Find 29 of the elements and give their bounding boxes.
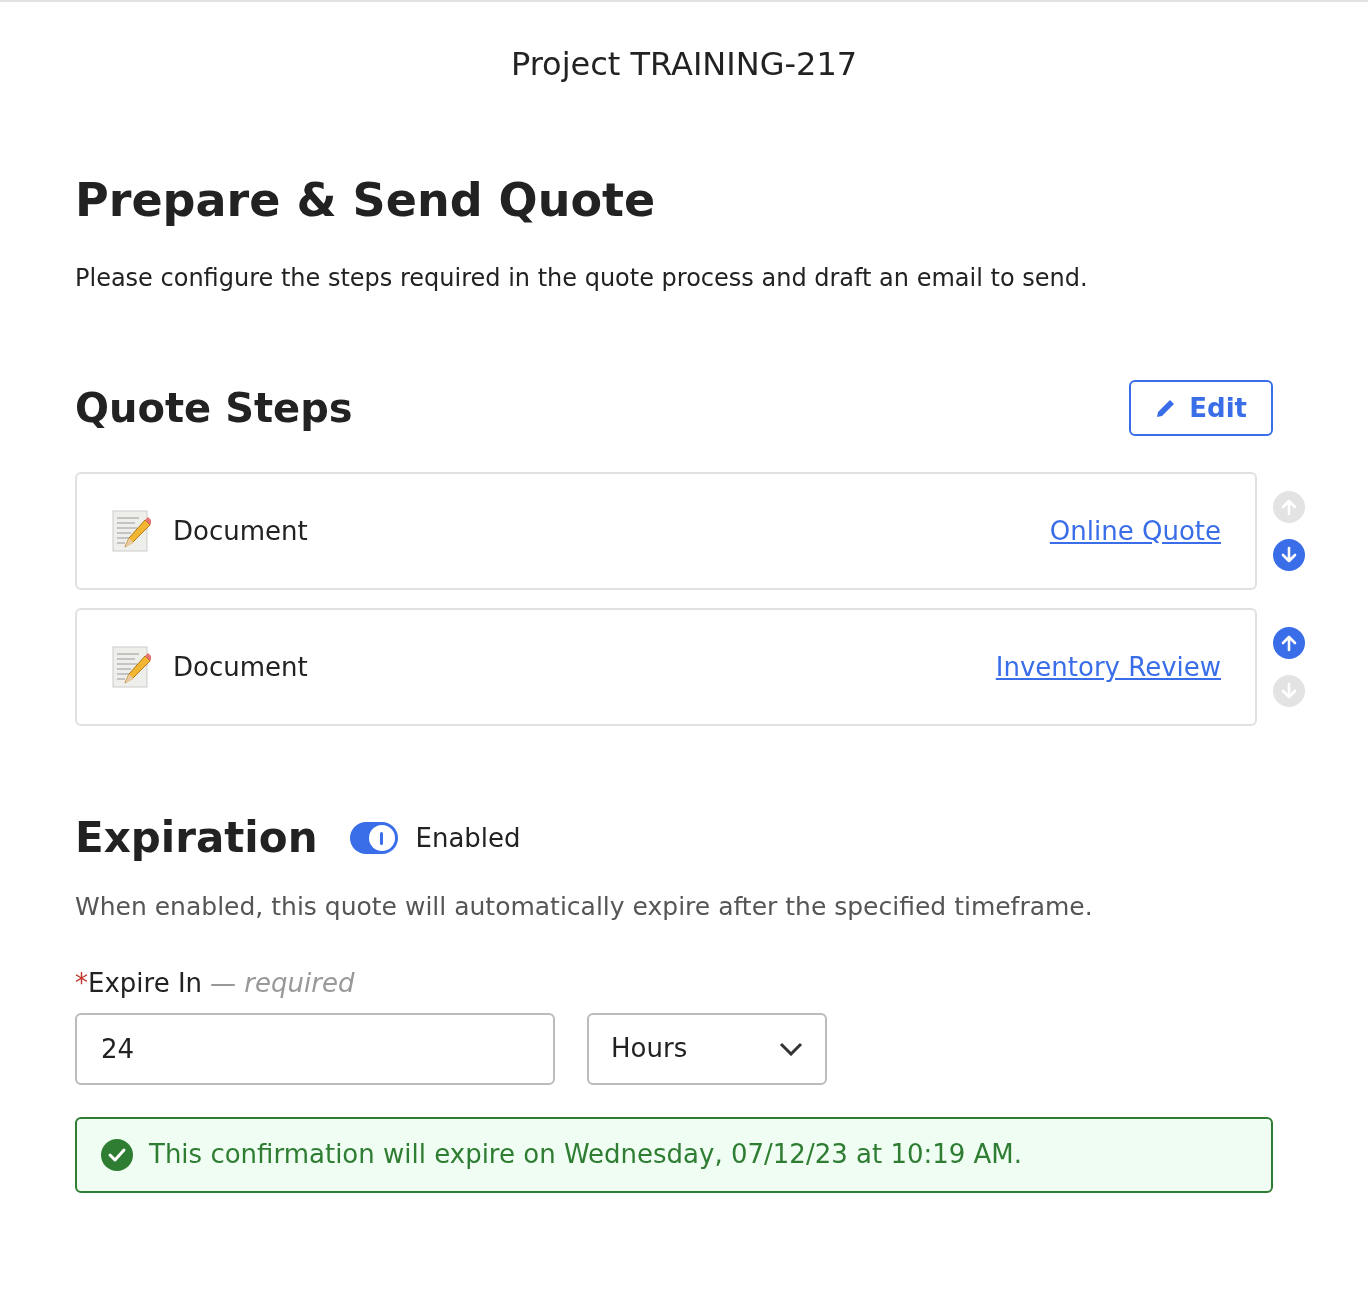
arrow-down-icon bbox=[1281, 682, 1297, 700]
required-hint: — required bbox=[210, 966, 355, 1000]
page-description: Please configure the steps required in the quote process and draft an email to send. bbox=[75, 263, 1089, 294]
document-pencil-icon bbox=[111, 509, 151, 553]
step-link[interactable]: Inventory Review bbox=[995, 647, 1221, 687]
step-type: Document bbox=[173, 650, 308, 684]
expiration-description: When enabled, this quote will automatically expire after the specified timeframe. bbox=[75, 891, 1094, 923]
move-up-button[interactable] bbox=[1273, 627, 1305, 659]
step-link[interactable]: Online Quote bbox=[1049, 511, 1221, 551]
arrow-up-icon bbox=[1281, 634, 1297, 652]
document-pencil-icon bbox=[111, 645, 151, 689]
arrow-down-icon bbox=[1281, 546, 1297, 564]
required-mark: * bbox=[75, 966, 88, 1000]
toggle-switch[interactable] bbox=[349, 822, 398, 854]
move-down-button[interactable] bbox=[1273, 539, 1305, 571]
section-title: Quote Steps bbox=[75, 384, 353, 433]
alert-message: This confirmation will expire on Wednesday, 07/12/23 at 10:19 AM. bbox=[149, 1138, 1023, 1171]
expire-in-field[interactable]: 24 bbox=[75, 1012, 555, 1085]
field-label: Expire In bbox=[88, 966, 203, 1000]
edit-button[interactable]: Edit bbox=[1129, 380, 1273, 436]
unit-select[interactable]: Hours bbox=[587, 1012, 827, 1085]
arrow-up-icon bbox=[1281, 498, 1297, 516]
project-title: Project TRAINING-217 bbox=[510, 44, 858, 85]
check-circle-icon bbox=[101, 1138, 133, 1171]
toggle-label: Enabled bbox=[415, 821, 521, 855]
chevron-down-icon bbox=[779, 1041, 803, 1056]
page-title: Prepare & Send Quote bbox=[75, 172, 657, 228]
section-title: Expiration bbox=[75, 812, 318, 864]
step-type: Document bbox=[173, 514, 308, 548]
